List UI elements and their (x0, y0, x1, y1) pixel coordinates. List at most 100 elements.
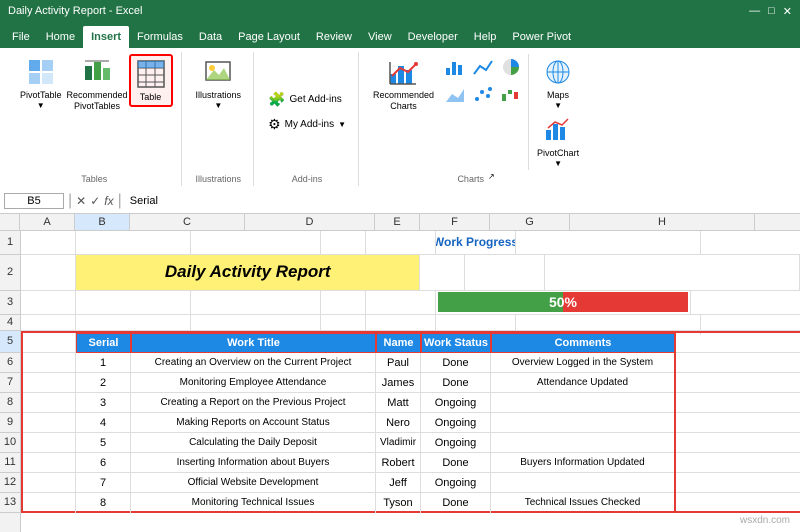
cell-e7[interactable]: James (376, 373, 421, 393)
cell-e12[interactable]: Jeff (376, 473, 421, 493)
pivotchart-button[interactable]: PivotChart ▼ (533, 112, 583, 170)
maps-button[interactable]: Maps ▼ (538, 54, 578, 112)
cell-a3[interactable] (21, 291, 76, 314)
bar-chart-button[interactable] (442, 54, 468, 80)
row-header-13[interactable]: 13 (0, 493, 20, 513)
cell-cd13[interactable]: Monitoring Technical Issues (131, 493, 376, 513)
col-header-a[interactable]: A (20, 214, 75, 230)
row-header-4[interactable]: 4 (0, 315, 20, 331)
cell-e5-name[interactable]: Name (376, 333, 421, 353)
area-chart-button[interactable] (442, 82, 468, 108)
tab-insert[interactable]: Insert (83, 26, 129, 48)
scatter-chart-button[interactable] (470, 82, 496, 108)
cell-f11[interactable]: Done (421, 453, 491, 473)
cell-b3[interactable] (76, 291, 191, 314)
cell-f6[interactable]: Done (421, 353, 491, 373)
cell-f7[interactable]: Done (421, 373, 491, 393)
cell-e2[interactable] (420, 255, 465, 290)
cell-h6[interactable]: Overview Logged in the System (491, 353, 676, 373)
col-header-e[interactable]: E (375, 214, 420, 230)
col-header-c[interactable]: C (130, 214, 245, 230)
col-header-h[interactable]: H (570, 214, 755, 230)
cell-d1[interactable] (321, 231, 366, 254)
cell-b1[interactable] (76, 231, 191, 254)
row-header-12[interactable]: 12 (0, 473, 20, 493)
cell-g3-progress-bar[interactable]: 50% (436, 291, 691, 314)
cell-h1[interactable] (516, 231, 701, 254)
get-addins-button[interactable]: 🧩 Get Add-ins (264, 89, 350, 110)
row-header-1[interactable]: 1 (0, 231, 20, 255)
cell-c3[interactable] (191, 291, 321, 314)
cell-h5-comments[interactable]: Comments (491, 333, 676, 353)
cell-a7[interactable] (21, 373, 76, 393)
cell-b8[interactable]: 3 (76, 393, 131, 413)
row-header-5[interactable]: 5 (0, 331, 20, 353)
col-header-g[interactable]: G (490, 214, 570, 230)
maps-dropdown[interactable]: ▼ (554, 101, 562, 110)
cell-e1[interactable] (366, 231, 436, 254)
cell-b7[interactable]: 2 (76, 373, 131, 393)
cell-b12[interactable]: 7 (76, 473, 131, 493)
illustrations-dropdown[interactable]: ▼ (214, 101, 222, 110)
cell-g2-progress[interactable] (545, 255, 800, 290)
row-header-6[interactable]: 6 (0, 353, 20, 373)
cell-h12[interactable] (491, 473, 676, 493)
row-header-11[interactable]: 11 (0, 453, 20, 473)
close-btn[interactable]: ✕ (783, 5, 792, 18)
cell-cd7[interactable]: Monitoring Employee Attendance (131, 373, 376, 393)
pivot-table-dropdown[interactable]: ▼ (37, 101, 45, 110)
tab-home[interactable]: Home (38, 26, 83, 48)
cell-cd11[interactable]: Inserting Information about Buyers (131, 453, 376, 473)
my-addins-button[interactable]: ⚙ My Add-ins ▼ (264, 114, 350, 135)
row-header-9[interactable]: 9 (0, 413, 20, 433)
cell-reference-input[interactable] (4, 193, 64, 209)
cell-e3[interactable] (366, 291, 436, 314)
tab-review[interactable]: Review (308, 26, 360, 48)
cell-cd9[interactable]: Making Reports on Account Status (131, 413, 376, 433)
cell-h7[interactable]: Attendance Updated (491, 373, 676, 393)
cell-d3[interactable] (321, 291, 366, 314)
cell-a10[interactable] (21, 433, 76, 453)
row-header-3[interactable]: 3 (0, 291, 20, 315)
cell-f12[interactable]: Ongoing (421, 473, 491, 493)
cell-b6[interactable]: 1 (76, 353, 131, 373)
cell-b13[interactable]: 8 (76, 493, 131, 513)
cell-a6[interactable] (21, 353, 76, 373)
cell-a5[interactable] (21, 333, 76, 353)
cell-b10[interactable]: 5 (76, 433, 131, 453)
table-button[interactable]: Table (129, 54, 173, 107)
cell-e8[interactable]: Matt (376, 393, 421, 413)
tab-data[interactable]: Data (191, 26, 230, 48)
minimize-btn[interactable]: — (749, 5, 760, 18)
cell-h13[interactable]: Technical Issues Checked (491, 493, 676, 513)
cell-f13[interactable]: Done (421, 493, 491, 513)
cell-f9[interactable]: Ongoing (421, 413, 491, 433)
cell-h9[interactable] (491, 413, 676, 433)
cell-f8[interactable]: Ongoing (421, 393, 491, 413)
charts-dialog-launcher[interactable]: ↗ (488, 172, 495, 181)
row-header-8[interactable]: 8 (0, 393, 20, 413)
cell-a12[interactable] (21, 473, 76, 493)
pivotchart-dropdown[interactable]: ▼ (554, 159, 562, 168)
pie-chart-button[interactable] (498, 54, 524, 80)
line-chart-button[interactable] (470, 54, 496, 80)
cell-e10[interactable]: Vladimir (376, 433, 421, 453)
formula-input[interactable] (126, 194, 796, 208)
cell-e13[interactable]: Tyson (376, 493, 421, 513)
pivot-table-button[interactable]: PivotTable ▼ (16, 54, 66, 112)
cell-cd6[interactable]: Creating an Overview on the Current Proj… (131, 353, 376, 373)
illustrations-button[interactable]: Illustrations ▼ (192, 54, 246, 112)
cell-h11[interactable]: Buyers Information Updated (491, 453, 676, 473)
recommended-charts-button[interactable]: RecommendedCharts (369, 54, 438, 114)
row-header-2[interactable]: 2 (0, 255, 20, 291)
confirm-formula-icon[interactable]: ✓ (90, 194, 100, 208)
cell-b5-serial[interactable]: Serial (76, 333, 131, 353)
waterfall-chart-button[interactable] (498, 82, 524, 108)
cell-a1[interactable] (21, 231, 76, 254)
cell-g1[interactable]: Work Progress (436, 231, 516, 254)
tab-view[interactable]: View (360, 26, 400, 48)
cell-e9[interactable]: Nero (376, 413, 421, 433)
col-header-f[interactable]: F (420, 214, 490, 230)
cancel-formula-icon[interactable]: ✕ (76, 194, 86, 208)
cell-cd10[interactable]: Calculating the Daily Deposit (131, 433, 376, 453)
